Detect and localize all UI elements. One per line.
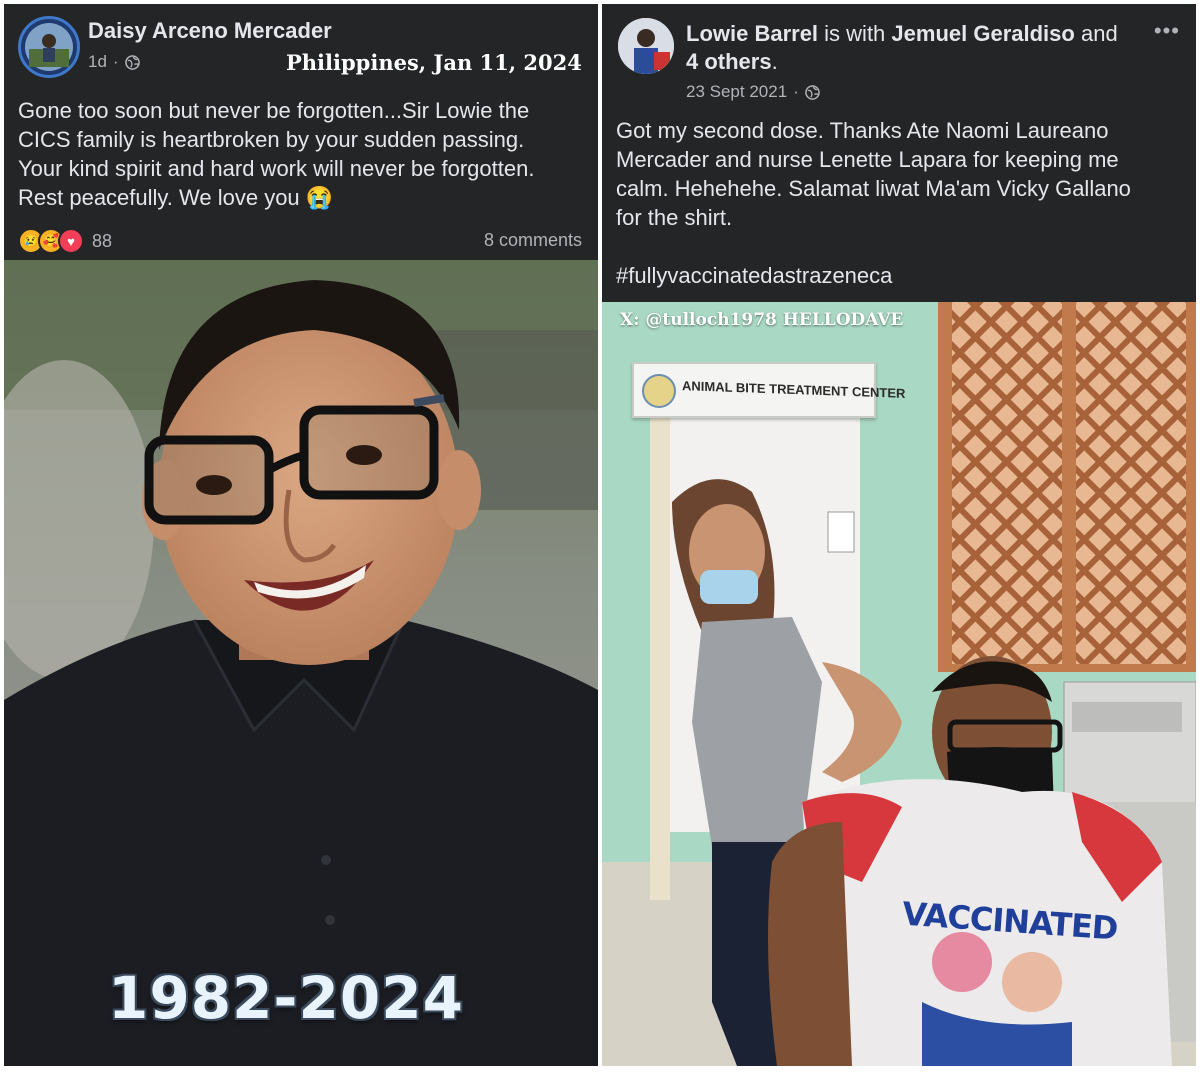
author-name[interactable]: Lowie Barrel [686,21,818,46]
clinic-sign-text: ANIMAL BITE TREATMENT CENTER [682,378,906,401]
memorial-post-card: Daisy Arceno Mercader 1d · Philippines, … [4,4,598,1066]
clinic-sign: ANIMAL BITE TREATMENT CENTER [632,362,905,418]
author-name[interactable]: Daisy Arceno Mercader [88,18,332,44]
tagged-others[interactable]: 4 others [686,49,772,74]
reaction-count: 88 [92,230,113,251]
post-meta: 23 Sept 2021 · [686,82,820,102]
post-text-line: Rest peacefully. We love you 😭 [18,185,334,210]
vaccination-post-card: Lowie Barrel is with Jemuel Geraldiso an… [602,4,1196,1066]
post-text-line: calm. Hehehehe. Salamat liwat Ma'am Vick… [616,176,1131,201]
more-options-button[interactable]: ••• [1154,18,1180,44]
with-text: is with [824,21,886,46]
memorial-photo[interactable]: 1982-2024 [4,260,598,1066]
reactions-summary[interactable]: 😢 🥰 ♥ 88 [18,228,112,254]
meta-separator: · [112,52,119,71]
post-text-line: Got my second dose. Thanks Ate Naomi Lau… [616,118,1109,143]
post-header-title: Lowie Barrel is with Jemuel Geraldiso an… [686,20,1126,76]
period-text: . [771,49,778,74]
post-text-line: CICS family is heartbroken by your sudde… [18,127,525,152]
post-text-line: Mercader and nurse Lenette Lapara for ke… [616,147,1119,172]
author-avatar[interactable] [18,16,80,78]
author-avatar[interactable] [618,18,674,74]
clinic-seal-logo [642,374,676,408]
post-text-line: Your kind spirit and hard work will neve… [18,156,535,181]
post-date[interactable]: 23 Sept 2021 [686,82,787,102]
meta-separator: · [793,82,799,101]
and-text: and [1080,21,1118,46]
overlay-date-caption: Philippines, Jan 11, 2024 [286,50,582,75]
vaccination-photo[interactable]: ANIMAL BITE TREATMENT CENTER VACCINATED … [602,302,1196,1066]
post-text: Got my second dose. Thanks Ate Naomi Lau… [616,116,1186,290]
love-reaction-icon: ♥ [58,228,84,254]
watermark-text: X: @tulloch1978 HELLODAVE [620,310,904,330]
post-text-line: Gone too soon but never be forgotten...S… [18,98,530,123]
comments-link[interactable]: 8 comments [484,230,582,251]
post-meta: 1d · [88,52,140,72]
post-text-line: for the shirt. [616,205,733,230]
post-time[interactable]: 1d [88,52,107,72]
globe-icon [124,54,140,70]
lifespan-caption: 1982-2024 [108,964,464,1032]
hashtag-link[interactable]: #fullyvaccinatedastrazeneca [616,261,1186,290]
post-text-spacer [616,232,1186,261]
globe-icon [805,84,820,100]
portrait-image [4,260,598,1066]
post-text: Gone too soon but never be forgotten...S… [18,96,588,212]
tagged-user[interactable]: Jemuel Geraldiso [891,21,1074,46]
